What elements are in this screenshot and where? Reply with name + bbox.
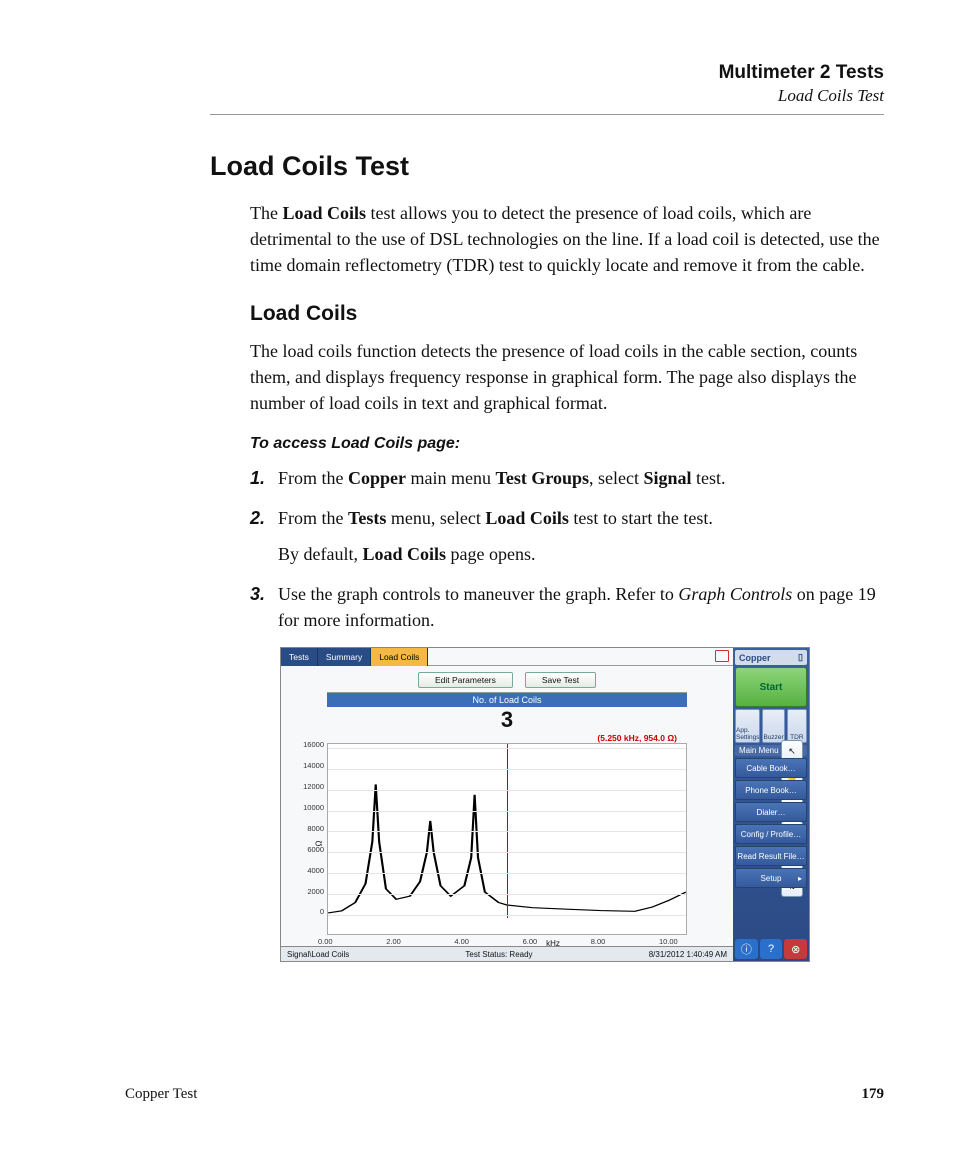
- footer-left: Copper Test: [125, 1086, 197, 1103]
- y-tick-label: 0: [298, 907, 324, 916]
- step-text: Use the graph controls to maneuver the g…: [278, 581, 884, 633]
- buzzer-button[interactable]: Buzzer: [762, 709, 784, 743]
- header-divider: [210, 114, 884, 115]
- step-2: 2. From the Tests menu, select Load Coil…: [250, 505, 884, 567]
- battery-icon: ▯: [798, 652, 803, 663]
- y-tick-label: 10000: [298, 803, 324, 812]
- sidebar-title: Copper: [739, 653, 771, 663]
- y-tick-label: 16000: [298, 740, 324, 749]
- app-settings-button[interactable]: App. Settings: [735, 709, 760, 743]
- chapter-title: Multimeter 2 Tests: [70, 62, 884, 84]
- app-sidebar: Copper ▯ Start App. Settings Buzzer TDR …: [733, 648, 809, 961]
- y-tick-label: 14000: [298, 761, 324, 770]
- sidebar-item-phone-book[interactable]: Phone Book…: [735, 780, 807, 800]
- mini-label: App. Settings: [736, 727, 759, 741]
- intro-bold: Load Coils: [282, 203, 366, 223]
- close-icon[interactable]: ⊗: [784, 939, 807, 959]
- page-number: 179: [862, 1086, 885, 1103]
- status-time: 8/31/2012 1:40:49 AM: [649, 950, 727, 959]
- y-tick-label: 4000: [298, 866, 324, 875]
- sidebar-item-read-result[interactable]: Read Result File…: [735, 846, 807, 866]
- sidebar-item-cable-book[interactable]: Cable Book…: [735, 758, 807, 778]
- chevron-right-icon: ▸: [798, 874, 802, 883]
- load-coils-count: 3: [281, 707, 733, 733]
- procedure-title: To access Load Coils page:: [250, 435, 884, 453]
- section-subtitle: Load Coils Test: [70, 86, 884, 106]
- tdr-button[interactable]: TDR: [787, 709, 807, 743]
- indicator-icon: [715, 650, 729, 662]
- tab-tests[interactable]: Tests: [281, 648, 318, 666]
- tab-bar: Tests Summary Load Coils: [281, 648, 733, 666]
- step-number: 3.: [250, 581, 278, 633]
- sidebar-item-config-profile[interactable]: Config / Profile…: [735, 824, 807, 844]
- sidebar-item-dialer[interactable]: Dialer…: [735, 802, 807, 822]
- step-number: 1.: [250, 465, 278, 491]
- cursor-readout: (5.250 kHz, 954.0 Ω): [281, 733, 677, 743]
- page-title: Load Coils Test: [210, 151, 884, 182]
- step-text: From the Copper main menu Test Groups, s…: [278, 465, 884, 491]
- load-coils-banner: No. of Load Coils: [327, 692, 687, 707]
- y-tick-label: 12000: [298, 782, 324, 791]
- app-screenshot: Tests Summary Load Coils Edit Parameters…: [280, 647, 810, 962]
- intro-pre: The: [250, 203, 282, 223]
- info-icon[interactable]: ⓘ: [735, 939, 758, 959]
- subsection-title: Load Coils: [250, 302, 884, 326]
- sidebar-item-setup[interactable]: Setup ▸: [735, 868, 807, 888]
- x-tick-label: 0.00: [318, 937, 333, 946]
- save-test-button[interactable]: Save Test: [525, 672, 596, 688]
- x-axis-label: kHz: [373, 939, 733, 948]
- y-tick-label: 8000: [298, 824, 324, 833]
- chart-area[interactable]: Ω 0200040006000800010000120001400016000 …: [327, 743, 687, 935]
- tab-summary[interactable]: Summary: [318, 648, 371, 666]
- sidebar-header: Copper ▯: [735, 650, 807, 665]
- app-main-panel: Tests Summary Load Coils Edit Parameters…: [281, 648, 733, 961]
- y-tick-label: 6000: [298, 845, 324, 854]
- y-tick-label: 2000: [298, 887, 324, 896]
- subsection-intro: The load coils function detects the pres…: [250, 338, 884, 416]
- status-center: Test Status: Ready: [465, 950, 532, 959]
- step-number: 2.: [250, 505, 278, 567]
- tab-filler: [428, 648, 733, 666]
- edit-parameters-button[interactable]: Edit Parameters: [418, 672, 513, 688]
- sidebar-item-label: Setup: [761, 874, 782, 883]
- tab-load-coils[interactable]: Load Coils: [371, 648, 428, 666]
- start-button[interactable]: Start: [735, 667, 807, 707]
- help-icon[interactable]: ?: [760, 939, 783, 959]
- intro-paragraph: The Load Coils test allows you to detect…: [250, 200, 884, 278]
- step-1: 1. From the Copper main menu Test Groups…: [250, 465, 884, 491]
- step-3: 3. Use the graph controls to maneuver th…: [250, 581, 884, 633]
- status-path: Signal\Load Coils: [287, 950, 349, 959]
- step-text: From the Tests menu, select Load Coils t…: [278, 505, 884, 567]
- status-bar: Signal\Load Coils Test Status: Ready 8/3…: [281, 946, 733, 961]
